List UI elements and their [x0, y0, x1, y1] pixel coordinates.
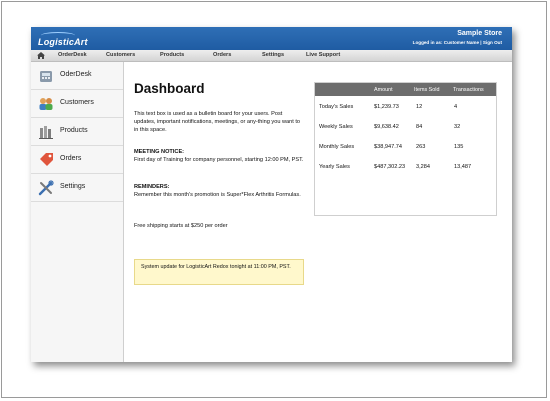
table-row: Yearly Sales $487,302.23 3,284 13,487 [315, 157, 496, 177]
amount-cell: $38,947.74 [374, 144, 402, 150]
nav-orderdesk[interactable]: OrderDesk [58, 52, 87, 58]
meeting-text: First day of Training for company person… [134, 157, 304, 163]
top-header: LogisticArt Sample Store Logged in as: C… [31, 27, 512, 50]
transactions-cell: 135 [454, 144, 464, 150]
reminders-heading: REMINDERS: [134, 184, 170, 190]
page-title: Dashboard [134, 81, 205, 96]
nav-settings[interactable]: Settings [262, 52, 284, 58]
logo[interactable]: LogisticArt [38, 37, 88, 47]
table-row: Today's Sales $1,239.73 12 4 [315, 97, 496, 117]
amount-cell: $487,302.23 [374, 164, 406, 170]
system-notice: System update for LogisticArt Redox toni… [134, 259, 304, 285]
sidebar-item-label: Products [60, 127, 88, 134]
sidebar-item-products[interactable]: Products [31, 118, 123, 146]
column-header-items-sold: Items Sold [414, 87, 440, 93]
table-header: Amount Items Sold Transactions [315, 83, 496, 96]
row-label: Today's Sales [319, 104, 354, 110]
boxes-icon [39, 126, 53, 139]
reminders-text: Remember this month's promotion is Super… [134, 192, 301, 198]
sales-stats-table: Amount Items Sold Transactions Today's S… [314, 82, 497, 216]
items-sold-cell: 3,284 [416, 164, 430, 170]
amount-cell: $1,239.73 [374, 104, 399, 110]
column-header-amount: Amount [374, 87, 393, 93]
table-row: Monthly Sales $38,947.74 263 135 [315, 137, 496, 157]
user-login-status[interactable]: Logged in as: Customer Name | Sign Out [413, 40, 502, 45]
transactions-cell: 13,487 [454, 164, 472, 170]
sidebar-item-orders[interactable]: Orders [31, 146, 123, 174]
nav-customers[interactable]: Customers [106, 52, 135, 58]
tools-icon [38, 180, 54, 196]
register-icon [40, 71, 52, 82]
sidebar-item-label: OderDesk [60, 71, 92, 78]
sidebar-item-label: Orders [60, 155, 82, 162]
transactions-cell: 32 [454, 124, 461, 130]
sidebar-item-label: Settings [60, 183, 86, 190]
people-icon [39, 98, 53, 110]
main-nav: OrderDesk Customers Products Orders Sett… [31, 50, 512, 62]
sidebar-item-orderdesk[interactable]: OderDesk [31, 62, 123, 90]
sidebar-item-settings[interactable]: Settings [31, 174, 123, 202]
home-icon[interactable] [37, 52, 45, 59]
items-sold-cell: 12 [416, 104, 423, 110]
nav-orders[interactable]: Orders [213, 52, 231, 58]
row-label: Monthly Sales [319, 144, 355, 150]
app-window: LogisticArt Sample Store Logged in as: C… [31, 27, 512, 362]
amount-cell: $9,638.42 [374, 124, 399, 130]
store-name: Sample Store [457, 30, 502, 37]
sidebar: OderDesk Customers Products Orders Setti… [31, 62, 124, 362]
column-header-transactions: Transactions [453, 87, 484, 93]
items-sold-cell: 263 [416, 144, 426, 150]
row-label: Weekly Sales [319, 124, 353, 130]
sidebar-item-customers[interactable]: Customers [31, 90, 123, 118]
nav-products[interactable]: Products [160, 52, 184, 58]
row-label: Yearly Sales [319, 164, 350, 170]
table-row: Weekly Sales $9,638.42 84 32 [315, 117, 496, 137]
sidebar-item-label: Customers [60, 99, 94, 106]
bulletin-intro: This text box is used as a bulletin boar… [134, 111, 301, 134]
transactions-cell: 4 [454, 104, 458, 110]
shipping-text: Free shipping starts at $250 per order [134, 223, 228, 229]
nav-live-support[interactable]: Live Support [306, 52, 340, 58]
tag-icon [40, 153, 53, 166]
meeting-heading: MEETING NOTICE: [134, 149, 185, 155]
items-sold-cell: 84 [416, 124, 423, 130]
